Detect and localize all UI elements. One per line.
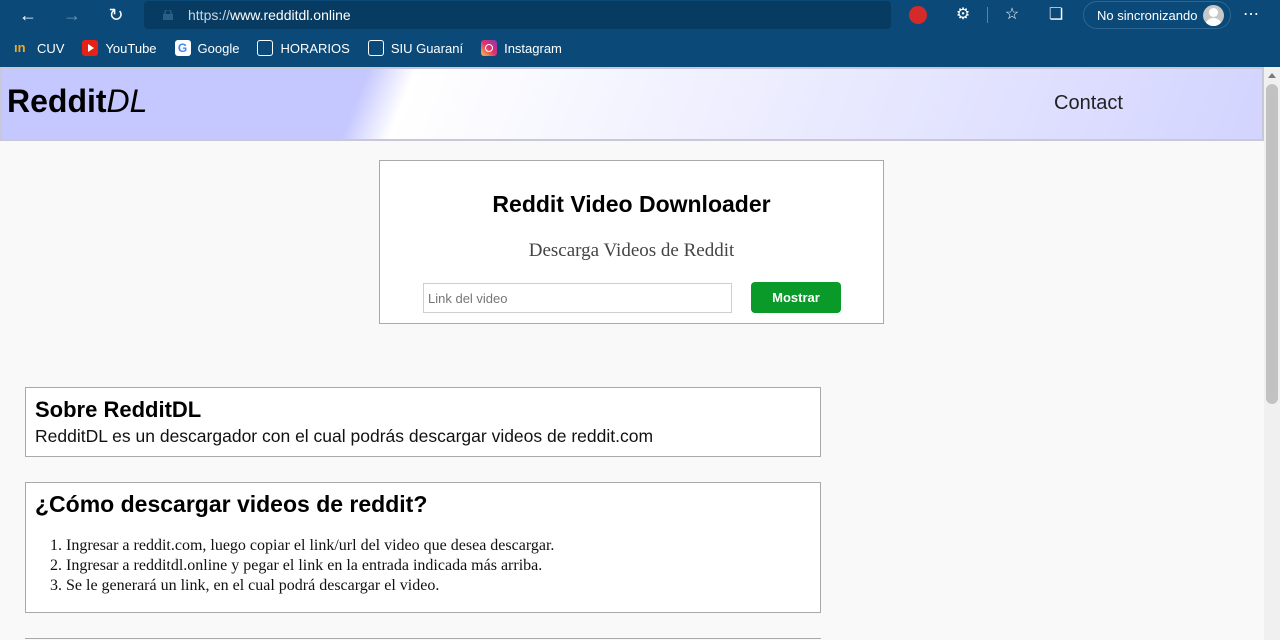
- downloader-subtitle: Descarga Videos de Reddit: [528, 240, 735, 261]
- toolbar-divider: [987, 7, 988, 23]
- list-item: Ingresar a redditdl.online y pegar el li…: [66, 556, 554, 576]
- url-host: www.redditdl.online: [230, 7, 351, 23]
- list-item: Se le generará un link, en el cual podrá…: [66, 576, 554, 596]
- more-menu-icon[interactable]: ⋯: [1243, 4, 1259, 24]
- logo-main-text: Reddit: [7, 83, 107, 119]
- url-text: https://www.redditdl.online: [188, 7, 351, 23]
- extensions-icon[interactable]: ⚙: [952, 4, 974, 26]
- howto-steps: Ingresar a reddit.com, luego copiar el l…: [66, 536, 554, 596]
- page-icon: [257, 40, 274, 56]
- nav-contact-link[interactable]: Contact: [1054, 92, 1123, 115]
- about-section: Sobre RedditDL RedditDL es un descargado…: [25, 387, 821, 457]
- scrollbar-thumb[interactable]: [1266, 84, 1278, 404]
- howto-section: ¿Cómo descargar videos de reddit? Ingres…: [25, 482, 821, 613]
- show-button[interactable]: Mostrar: [751, 282, 841, 313]
- bookmark-siu-guarani[interactable]: SIU Guaraní: [367, 37, 464, 59]
- avatar: [1203, 5, 1224, 26]
- howto-title: ¿Cómo descargar videos de reddit?: [35, 491, 428, 517]
- google-icon: G: [174, 40, 191, 56]
- refresh-icon[interactable]: ↻: [104, 4, 128, 26]
- logo-italic-text: DL: [106, 83, 148, 119]
- about-title: Sobre RedditDL: [35, 397, 202, 422]
- scroll-up-arrow-icon[interactable]: [1268, 73, 1276, 78]
- bookmark-label: CUV: [37, 40, 65, 56]
- profile-label: No sincronizando: [1097, 8, 1198, 23]
- back-arrow-icon[interactable]: ←: [16, 4, 40, 26]
- lock-icon: [163, 10, 173, 20]
- favorites-icon[interactable]: ☆: [1001, 4, 1023, 26]
- bookmark-google[interactable]: G Google: [174, 37, 240, 59]
- video-link-input[interactable]: [423, 283, 732, 313]
- bookmark-label: SIU Guaraní: [390, 40, 464, 56]
- bookmark-youtube[interactable]: YouTube: [82, 37, 157, 59]
- list-item: Ingresar a reddit.com, luego copiar el l…: [66, 536, 554, 556]
- bookmark-label: Google: [197, 40, 240, 56]
- forward-arrow-icon[interactable]: →: [60, 4, 84, 26]
- instagram-icon: [481, 40, 498, 56]
- downloader-card: Reddit Video Downloader Descarga Videos …: [379, 160, 884, 324]
- profile-button[interactable]: No sincronizando: [1083, 1, 1231, 29]
- collections-icon[interactable]: ❏: [1045, 4, 1067, 26]
- site-logo[interactable]: RedditDL: [7, 83, 147, 120]
- bookmark-cuv[interactable]: ın CUV: [14, 37, 64, 59]
- bookmark-label: Instagram: [504, 40, 562, 56]
- page-icon: [367, 40, 384, 56]
- url-prefix: https://: [188, 7, 231, 23]
- page-scrollbar[interactable]: [1264, 67, 1280, 640]
- about-text: RedditDL es un descargador con el cual p…: [35, 426, 654, 446]
- address-bar[interactable]: https://www.redditdl.online: [144, 1, 891, 29]
- adblock-icon[interactable]: [909, 6, 927, 24]
- bookmark-label: HORARIOS: [280, 40, 350, 56]
- cuv-icon: ın: [14, 40, 26, 55]
- bookmarks-bar: ın CUV YouTube G Google HORARIOS SIU Guara…: [0, 37, 566, 59]
- bookmark-instagram[interactable]: Instagram: [481, 37, 562, 59]
- youtube-icon: [82, 40, 99, 56]
- bookmark-horarios[interactable]: HORARIOS: [257, 37, 350, 59]
- bookmark-label: YouTube: [105, 40, 157, 56]
- site-header: RedditDL Contact: [0, 67, 1264, 141]
- browser-toolbar: ← → ↻ https://www.redditdl.online ⚙ ☆ ❏ …: [0, 0, 1280, 67]
- downloader-title: Reddit Video Downloader: [492, 191, 771, 217]
